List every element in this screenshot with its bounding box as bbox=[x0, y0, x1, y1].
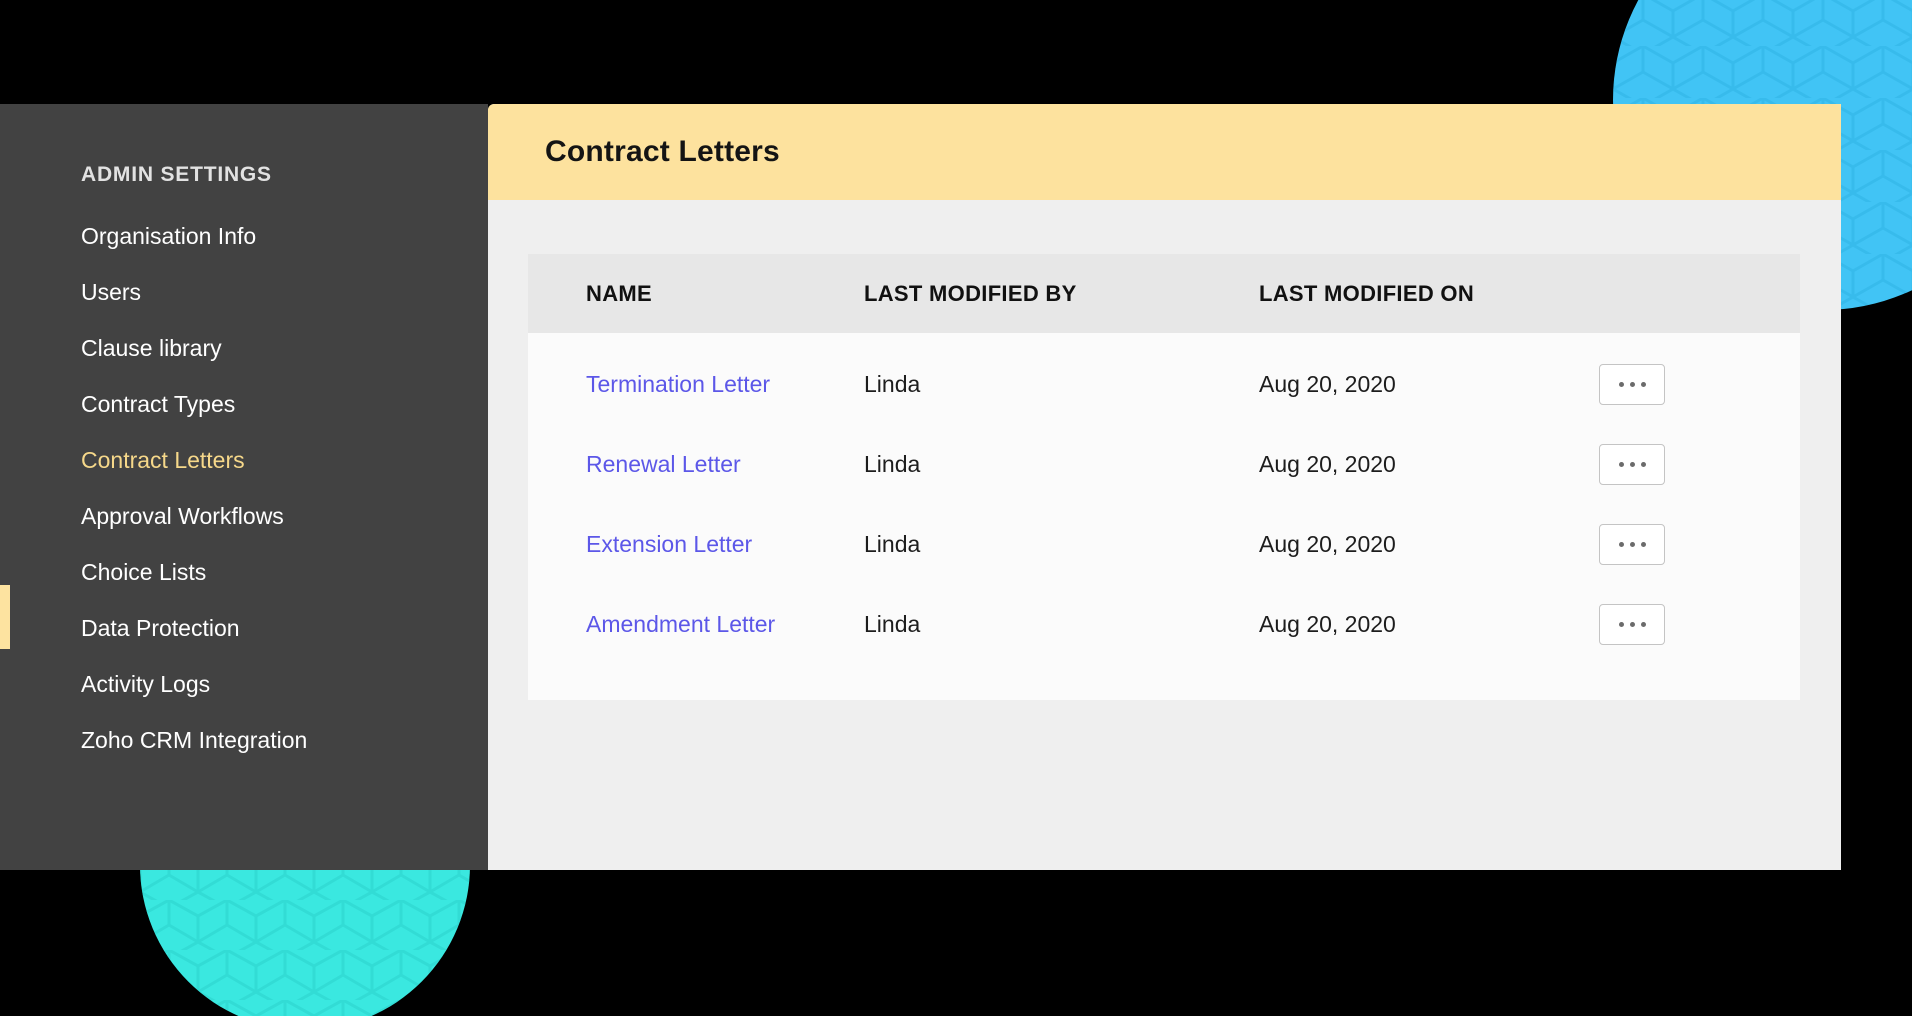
sidebar-item-users[interactable]: Users bbox=[81, 281, 481, 304]
sidebar-item-contract-types[interactable]: Contract Types bbox=[81, 393, 481, 416]
kebab-dot-icon bbox=[1618, 541, 1624, 547]
cell-modified-by: Linda bbox=[864, 370, 921, 397]
column-header-modified-on: LAST MODIFIED ON bbox=[1259, 280, 1475, 306]
cell-actions bbox=[1599, 603, 1742, 645]
sidebar-item-choice-lists[interactable]: Choice Lists bbox=[81, 561, 481, 584]
sidebar-item-organisation-info[interactable]: Organisation Info bbox=[81, 225, 481, 248]
cell-modified-on: Aug 20, 2020 bbox=[1259, 530, 1396, 557]
table-header-row: NAME LAST MODIFIED BY LAST MODIFIED ON bbox=[528, 254, 1800, 333]
sidebar-item-data-protection[interactable]: Data Protection bbox=[81, 617, 481, 640]
letter-name-link[interactable]: Amendment Letter bbox=[528, 611, 864, 638]
cell-actions bbox=[1599, 523, 1742, 565]
sidebar-accent-bar bbox=[0, 585, 10, 649]
app-window: ADMIN SETTINGS Organisation Info Users C… bbox=[0, 104, 1841, 870]
kebab-dot-icon bbox=[1629, 541, 1635, 547]
cell-modified-on: Aug 20, 2020 bbox=[1259, 370, 1396, 397]
cell-modified-by: Linda bbox=[864, 450, 921, 477]
cell-modified-by: Linda bbox=[864, 530, 921, 557]
table-body: Termination Letter Linda Aug 20, 2020 Re… bbox=[528, 333, 1800, 664]
letter-name-link[interactable]: Extension Letter bbox=[528, 531, 864, 558]
cell-modified-on: Aug 20, 2020 bbox=[1259, 610, 1396, 637]
row-actions-button[interactable] bbox=[1599, 443, 1665, 485]
cell-modified-on: Aug 20, 2020 bbox=[1259, 450, 1396, 477]
letter-name-link[interactable]: Termination Letter bbox=[528, 371, 864, 398]
sidebar-item-contract-letters[interactable]: Contract Letters bbox=[81, 449, 481, 472]
kebab-dot-icon bbox=[1618, 381, 1624, 387]
cell-modified-by: Linda bbox=[864, 610, 921, 637]
row-actions-button[interactable] bbox=[1599, 603, 1665, 645]
page-header: Contract Letters bbox=[488, 104, 1841, 200]
kebab-dot-icon bbox=[1629, 381, 1635, 387]
kebab-dot-icon bbox=[1640, 541, 1646, 547]
sidebar-item-approval-workflows[interactable]: Approval Workflows bbox=[81, 505, 481, 528]
sidebar-item-zoho-crm-integration[interactable]: Zoho CRM Integration bbox=[81, 729, 481, 752]
kebab-dot-icon bbox=[1640, 381, 1646, 387]
sidebar-item-activity-logs[interactable]: Activity Logs bbox=[81, 673, 481, 696]
kebab-dot-icon bbox=[1618, 621, 1624, 627]
kebab-dot-icon bbox=[1640, 621, 1646, 627]
table-row: Extension Letter Linda Aug 20, 2020 bbox=[528, 504, 1800, 584]
sidebar: ADMIN SETTINGS Organisation Info Users C… bbox=[0, 104, 488, 870]
contract-letters-table: NAME LAST MODIFIED BY LAST MODIFIED ON T… bbox=[528, 254, 1800, 700]
page-title: Contract Letters bbox=[545, 135, 780, 168]
cell-actions bbox=[1599, 443, 1742, 485]
table-row: Termination Letter Linda Aug 20, 2020 bbox=[528, 344, 1800, 424]
main-panel: Contract Letters NAME LAST MODIFIED BY L… bbox=[488, 104, 1841, 870]
cell-actions bbox=[1599, 363, 1742, 405]
screenshot-canvas: ADMIN SETTINGS Organisation Info Users C… bbox=[0, 0, 1912, 1016]
kebab-dot-icon bbox=[1640, 461, 1646, 467]
row-actions-button[interactable] bbox=[1599, 363, 1665, 405]
kebab-dot-icon bbox=[1629, 461, 1635, 467]
table-row: Renewal Letter Linda Aug 20, 2020 bbox=[528, 424, 1800, 504]
kebab-dot-icon bbox=[1618, 461, 1624, 467]
column-header-modified-by: LAST MODIFIED BY bbox=[864, 280, 1077, 306]
row-actions-button[interactable] bbox=[1599, 523, 1665, 565]
sidebar-heading: ADMIN SETTINGS bbox=[81, 163, 272, 186]
table-row: Amendment Letter Linda Aug 20, 2020 bbox=[528, 584, 1800, 664]
kebab-dot-icon bbox=[1629, 621, 1635, 627]
letter-name-link[interactable]: Renewal Letter bbox=[528, 451, 864, 478]
sidebar-item-clause-library[interactable]: Clause library bbox=[81, 337, 481, 360]
column-header-name: NAME bbox=[586, 280, 652, 306]
sidebar-nav: ADMIN SETTINGS Organisation Info Users C… bbox=[81, 164, 481, 785]
